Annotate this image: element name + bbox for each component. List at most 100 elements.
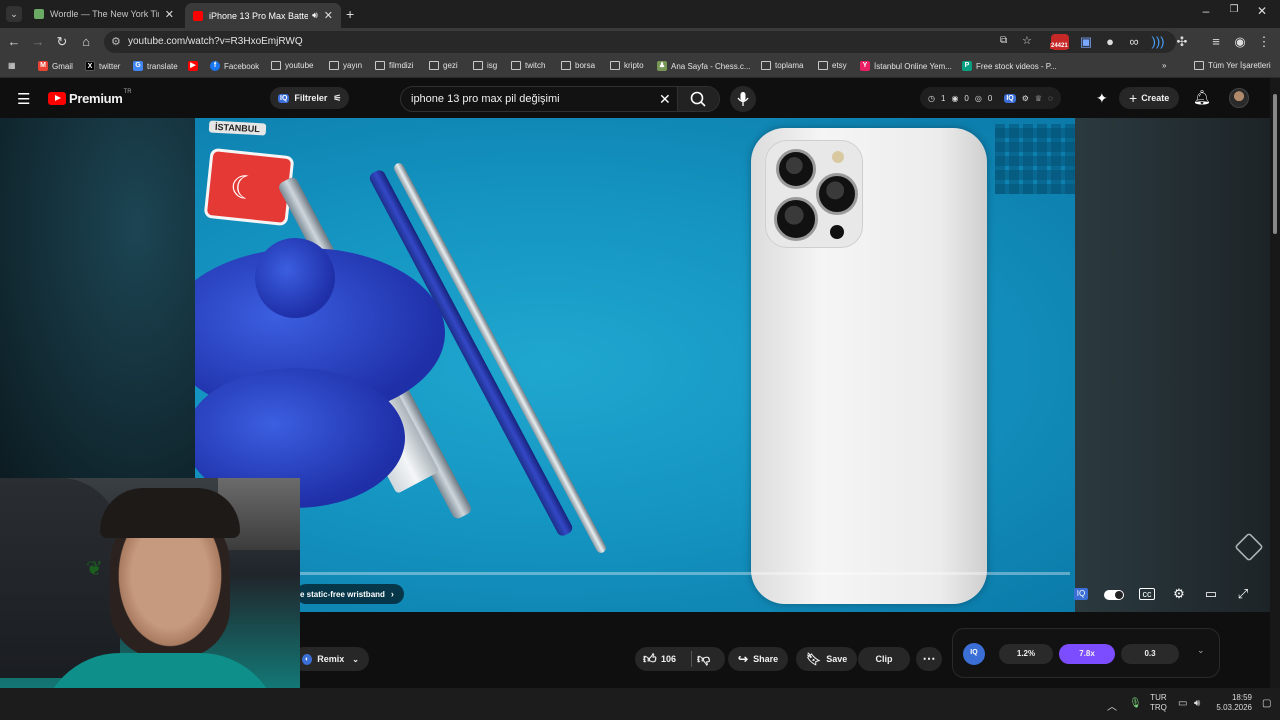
video-player[interactable]: İSTANBUL ☾ [195, 118, 1075, 612]
extensions-puzzle-icon[interactable]: ✣ [1174, 34, 1190, 50]
reload-icon[interactable]: ↻ [54, 34, 70, 50]
save-button[interactable]: 🔖︎ Save [796, 647, 858, 671]
clip-button[interactable]: Clip [858, 647, 910, 671]
bookmark-folder-yayin[interactable]: yayın [329, 61, 362, 70]
tab-youtube[interactable]: iPhone 13 Pro Max Battery 🔊︎ ✕ [185, 3, 341, 28]
microphone-tray-icon[interactable]: 🎙︎ [1129, 698, 1142, 709]
all-bookmarks[interactable]: Tüm Yer İşaretleri [1194, 61, 1271, 70]
network-icon[interactable]: ▭ [1178, 698, 1187, 709]
bookmark-folder-twitch[interactable]: twitch [511, 61, 545, 70]
site-info-icon[interactable]: ⚙︎ [111, 35, 121, 48]
bookmark-folder-borsa[interactable]: borsa [561, 61, 595, 70]
windows-taskbar: ︿ 🎙︎ TUR TRQ ▭ 🔊︎ 18:59 5.03.2026 ▢ [0, 688, 1280, 720]
iq-player-icon[interactable]: IQ [1074, 588, 1088, 600]
bookmark-folder-etsy[interactable]: etsy [818, 61, 847, 70]
profile-icon[interactable]: ◉ [1232, 34, 1248, 50]
trophy-icon[interactable]: ♕ [1035, 94, 1042, 103]
like-icon[interactable]: 👍︎ [643, 651, 657, 667]
bookmark-youtube-icon-only[interactable]: ▶ [188, 61, 202, 71]
iq-badge[interactable]: IQ [963, 643, 985, 665]
voice-search-button[interactable] [730, 86, 756, 112]
close-icon[interactable]: ✕ [165, 8, 174, 21]
dislike-icon[interactable]: 👎︎ [697, 651, 710, 667]
restore-icon[interactable]: ❐ [1224, 4, 1244, 15]
bookmark-gmail[interactable]: M Gmail [38, 61, 73, 71]
tab-search-icon[interactable]: ⌄ [6, 6, 22, 22]
address-bar[interactable]: ⚙︎ youtube.com/watch?v=R3HxoEmjRWQ ⧉ ☆ [104, 31, 1176, 53]
stat-count: 0 [987, 93, 993, 103]
extension-icon[interactable]: ● [1102, 34, 1118, 50]
notifications-bell-icon[interactable]: 🔔︎ [1193, 89, 1211, 106]
more-actions-icon[interactable]: ⋯ [916, 647, 942, 671]
search-button[interactable] [677, 87, 719, 111]
settings-gear-icon[interactable]: ⚙︎ [1170, 586, 1188, 602]
tray-overflow-icon[interactable]: ︿ [1107, 698, 1117, 713]
filters-button[interactable]: IQ Filtreler ⚟ [270, 87, 350, 109]
chat-icon[interactable]: ◌ [1048, 94, 1053, 103]
bookmark-folder-isg[interactable]: isg [473, 61, 497, 70]
bookmark-folder-filmdizi[interactable]: filmdizi [375, 61, 413, 70]
settings-icon[interactable]: ⚙︎ [1022, 94, 1029, 103]
captions-icon[interactable]: cc [1139, 588, 1155, 600]
clock[interactable]: 18:59 5.03.2026 [1212, 693, 1252, 713]
extension-stats[interactable]: ◷ 1 ◉ 0 ◎ 0 IQ ⚙︎ ♕ ◌ [920, 87, 1061, 109]
apps-grid-icon[interactable]: ▦ [8, 61, 16, 70]
search-box[interactable]: iphone 13 pro max pil değişimi ✕ [400, 86, 720, 112]
like-count[interactable]: 106 [661, 654, 676, 664]
chevron-down-icon[interactable]: ⌄ [1197, 645, 1205, 656]
close-icon[interactable]: ✕ [324, 9, 333, 22]
remix-button[interactable]: ◐ Remix ⌄ [292, 647, 369, 671]
bookmark-folder-toplama[interactable]: toplama [761, 61, 803, 70]
new-tab-icon[interactable]: + [346, 6, 354, 22]
fullscreen-icon[interactable]: ⤢ [1234, 586, 1252, 602]
create-button[interactable]: + Create [1119, 87, 1180, 109]
bookmark-folder-youtube[interactable]: youtube [271, 61, 313, 70]
autoplay-toggle[interactable] [1104, 588, 1124, 603]
bookmark-folder-kripto[interactable]: kripto [610, 61, 644, 70]
audio-ext-icon[interactable]: ))) [1150, 34, 1166, 50]
scrollbar-thumb[interactable] [1273, 94, 1277, 234]
hamburger-menu-icon[interactable]: ☰ [17, 90, 30, 108]
forward-icon[interactable]: → [30, 34, 46, 50]
translate-ext-icon[interactable]: ▣ [1078, 34, 1094, 50]
notifications-icon[interactable]: ▢ [1262, 698, 1271, 709]
bookmark-icon: 🔖︎ [806, 652, 822, 666]
page-scrollbar[interactable] [1270, 78, 1280, 688]
video-progress-bar[interactable] [300, 572, 1070, 575]
bookmark-folder-gezi[interactable]: gezi [429, 61, 458, 70]
account-avatar[interactable] [1229, 88, 1249, 108]
iq-badge[interactable]: IQ [1004, 93, 1016, 103]
window-close-icon[interactable]: ✕ [1252, 4, 1272, 18]
bookmarks-overflow-icon[interactable]: » [1162, 61, 1166, 70]
search-input[interactable]: iphone 13 pro max pil değişimi [411, 93, 560, 105]
language-indicator[interactable]: TUR TRQ [1150, 693, 1167, 713]
bookmark-twitter[interactable]: Xtwitter [85, 61, 120, 71]
youtube-icon [193, 10, 203, 21]
bookmark-translate[interactable]: Gtranslate [133, 61, 178, 71]
minimize-icon[interactable]: – [1196, 4, 1216, 18]
speaker-icon[interactable]: 🔊︎ [312, 10, 318, 21]
glasses-ext-icon[interactable]: ∞ [1126, 34, 1142, 50]
extension-badge-icon[interactable]: 24421 [1050, 34, 1069, 50]
install-app-icon[interactable]: ⧉ [1000, 35, 1007, 46]
clear-search-icon[interactable]: ✕ [659, 91, 671, 108]
chapter-title-button[interactable]: e static-free wristband › [296, 584, 404, 604]
home-icon[interactable]: ⌂ [78, 34, 94, 50]
back-icon[interactable]: ← [6, 34, 22, 50]
bookmark-star-icon[interactable]: ☆ [1022, 34, 1032, 47]
tab-wordle[interactable]: Wordle — The New York Times ✕ [26, 3, 182, 25]
theater-mode-icon[interactable]: ▭ [1202, 586, 1220, 602]
bookmark-label: borsa [575, 61, 596, 70]
tab-strip: ⌄ Wordle — The New York Times ✕ iPhone 1… [0, 0, 1280, 28]
reading-list-icon[interactable]: ≡ [1208, 34, 1224, 50]
bookmark-yemeksepeti[interactable]: Y İstanbul Online Yem... [860, 61, 952, 71]
bookmark-pexels[interactable]: P Free stock videos - P... [962, 61, 1057, 71]
youtube-logo[interactable]: Premium TR [48, 89, 132, 106]
share-button[interactable]: ↪ Share [728, 647, 789, 671]
bookmark-chess[interactable]: ♟ Ana Sayfa - Chess.c... [657, 61, 751, 71]
premium-badge-icon[interactable]: ✦ [1096, 90, 1108, 107]
volume-icon[interactable]: 🔊︎ [1194, 698, 1200, 709]
iphone-back [751, 128, 987, 604]
menu-icon[interactable]: ⋮ [1256, 34, 1272, 50]
bookmark-facebook[interactable]: f Facebook [210, 61, 259, 71]
